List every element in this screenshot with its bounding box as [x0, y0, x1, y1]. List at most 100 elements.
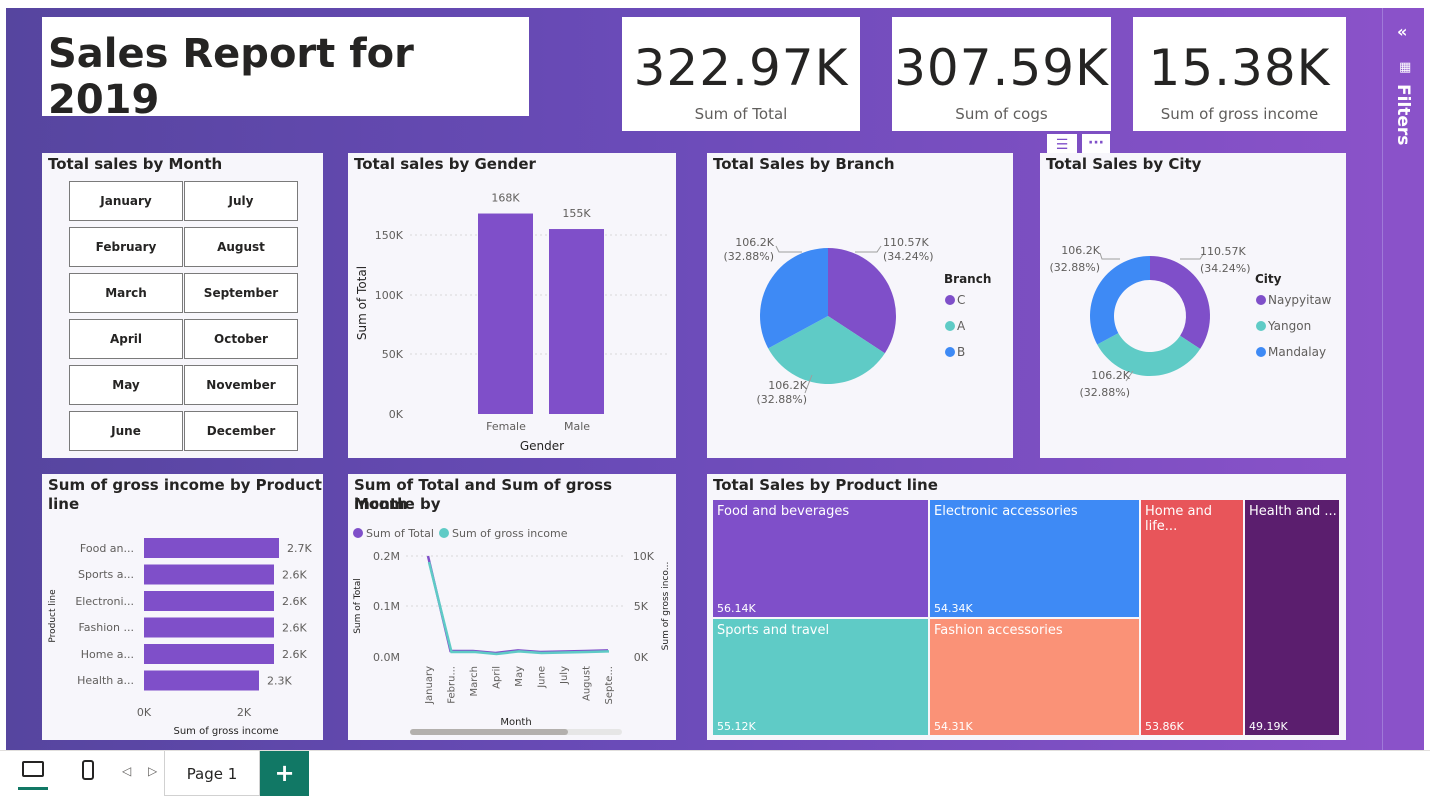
leader-line: [855, 245, 882, 253]
x-tick: March: [469, 666, 480, 696]
x-tick: 0K: [137, 706, 152, 719]
bar-product-2[interactable]: [144, 591, 274, 611]
y-tick-right: 0K: [634, 651, 649, 664]
x-tick: May: [514, 666, 525, 687]
kpi-label: Sum of cogs: [955, 105, 1048, 123]
page-tab-1[interactable]: Page 1: [164, 751, 260, 796]
slice-label: (34.24%): [1200, 262, 1251, 275]
treemap-tile-home-and-lifestyle[interactable]: Home and life... 53.86K: [1141, 500, 1243, 735]
kpi-card-total[interactable]: 322.97K Sum of Total: [622, 17, 860, 131]
month-button-october[interactable]: October: [184, 319, 298, 359]
y-tick: Fashion ...: [78, 621, 134, 634]
month-button-september[interactable]: September: [184, 273, 298, 313]
add-page-button[interactable]: +: [260, 751, 309, 796]
bar-male[interactable]: [549, 229, 604, 414]
month-button-december[interactable]: December: [184, 411, 298, 451]
month-button-february[interactable]: February: [69, 227, 183, 267]
y-tick: Electroni...: [75, 595, 134, 608]
treemap-card[interactable]: Total Sales by Product line Food and bev…: [707, 474, 1346, 740]
treemap-tile-health-and-beauty[interactable]: Health and ... 49.19K: [1245, 500, 1339, 735]
legend-label: Mandalay: [1268, 345, 1326, 359]
gender-chart-card[interactable]: Total sales by Gender 0K 50K 100K 150K S…: [348, 153, 676, 458]
kpi-value: 15.38K: [1148, 39, 1331, 97]
month-button-may[interactable]: May: [69, 365, 183, 405]
legend-label: B: [957, 345, 965, 359]
tile-value: 55.12K: [717, 720, 756, 733]
right-edge: [1424, 8, 1430, 750]
y-tick: 100K: [375, 289, 404, 302]
kpi-card-gross-income[interactable]: 15.38K Sum of gross income: [1133, 17, 1346, 131]
city-chart-card[interactable]: Total Sales by City 110.57K (34.24%) 106…: [1040, 153, 1346, 458]
bar-female[interactable]: [478, 213, 533, 414]
month-button-january[interactable]: January: [69, 181, 183, 221]
city-chart-svg: 110.57K (34.24%) 106.2K (32.88%) 106.2K …: [1049, 244, 1332, 399]
month-button-april[interactable]: April: [69, 319, 183, 359]
y-tick-right: 5K: [634, 600, 649, 613]
data-label: 168K: [491, 192, 520, 205]
x-axis-label: Sum of gross income: [173, 726, 278, 737]
month-line-svg: Sum of Total Sum of gross income 0.2M 0.…: [353, 527, 671, 735]
collapse-chevron-icon[interactable]: «: [1397, 22, 1407, 41]
bar-product-0[interactable]: [144, 538, 279, 558]
month-button-august[interactable]: August: [184, 227, 298, 267]
kpi-value: 322.97K: [633, 39, 849, 97]
bar-product-3[interactable]: [144, 617, 274, 638]
tile-value: 54.31K: [934, 720, 973, 733]
month-button-march[interactable]: March: [69, 273, 183, 313]
month-line-chart-card[interactable]: Sum of Total and Sum of gross income by …: [348, 474, 676, 740]
x-tick: April: [492, 666, 503, 689]
treemap-tile-food-and-beverages[interactable]: Food and beverages 56.14K: [713, 500, 928, 617]
month-button-november[interactable]: November: [184, 365, 298, 405]
bar-product-4[interactable]: [144, 644, 274, 664]
pie: [760, 247, 896, 384]
legend-label: Sum of gross income: [452, 527, 568, 540]
x-tick: Febru...: [447, 666, 458, 704]
tile-value: 53.86K: [1145, 720, 1184, 733]
x-tick: August: [582, 666, 593, 701]
tile-name: Health and ...: [1249, 504, 1337, 519]
y-tick: Health a...: [77, 674, 134, 687]
slice-label: (32.88%): [756, 393, 807, 406]
y-tick-right: 10K: [633, 550, 655, 563]
kpi-card-cogs[interactable]: 307.59K Sum of cogs: [892, 17, 1111, 131]
bar-product-5[interactable]: [144, 670, 259, 691]
leader-line: [1099, 252, 1120, 260]
slice-label: 110.57K: [1200, 245, 1246, 258]
leader-line: [775, 245, 802, 253]
product-income-chart-card[interactable]: Sum of gross income by Product line Food…: [42, 474, 323, 740]
legend-marker: [945, 321, 955, 331]
legend-label: Naypyitaw: [1268, 293, 1332, 307]
branch-chart-svg: 110.57K (34.24%) 106.2K (32.88%) 106.2K …: [723, 236, 991, 406]
month-button-july[interactable]: July: [184, 181, 298, 221]
tile-name: Home and life...: [1145, 504, 1212, 534]
legend-label: Sum of Total: [366, 527, 434, 540]
slice-label: (34.24%): [883, 250, 934, 263]
series-line-sum-of-gross-income[interactable]: [427, 561, 610, 656]
filter-pane-icon: ▦: [1399, 60, 1412, 75]
desktop-view-icon[interactable]: [22, 761, 44, 777]
treemap-tile-electronic-accessories[interactable]: Electronic accessories 54.34K: [930, 500, 1139, 617]
y-axis-label: Product line: [48, 589, 58, 643]
branch-chart-card[interactable]: Total Sales by Branch 110.57K (34.24%) 1…: [707, 153, 1013, 458]
y-tick: 150K: [375, 229, 404, 242]
tile-name: Electronic accessories: [934, 504, 1078, 519]
slice-label: (32.88%): [723, 250, 774, 263]
scrollbar-thumb[interactable]: [410, 729, 568, 735]
x-tick: January: [424, 666, 435, 705]
next-page-icon[interactable]: ▷: [148, 764, 157, 778]
series-line-sum-of-total[interactable]: [426, 555, 609, 655]
month-slicer-card: Total sales by Month January July Februa…: [42, 153, 323, 458]
treemap-tile-sports-and-travel[interactable]: Sports and travel 55.12K: [713, 619, 928, 735]
filters-pane[interactable]: « ▦ Filters: [1382, 8, 1424, 750]
x-tick: Female: [486, 420, 526, 433]
mobile-view-icon[interactable]: [82, 760, 94, 780]
y-tick: Home a...: [81, 648, 134, 661]
bar-product-1[interactable]: [144, 564, 274, 585]
tile-value: 56.14K: [717, 602, 756, 615]
month-button-june[interactable]: June: [69, 411, 183, 451]
previous-page-icon[interactable]: ◁: [122, 764, 131, 778]
report-title: Sales Report for 2019: [48, 31, 414, 123]
legend-label: A: [957, 319, 966, 333]
treemap-tile-fashion-accessories[interactable]: Fashion accessories 54.31K: [930, 619, 1139, 735]
y-tick: 0K: [389, 408, 404, 421]
